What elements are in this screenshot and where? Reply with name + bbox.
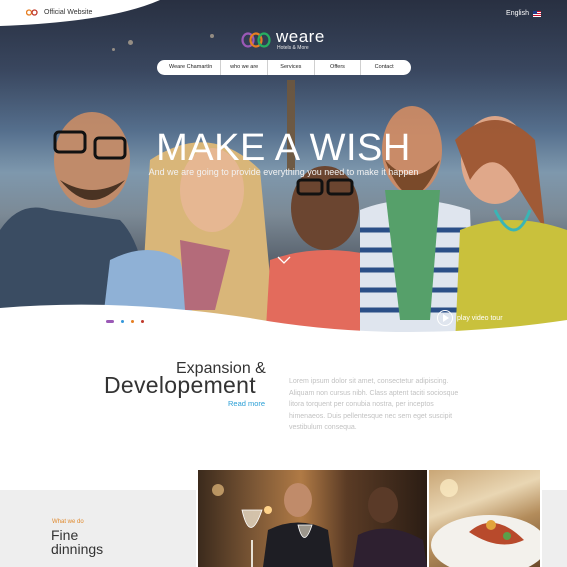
logo-tagline: Hotels & More — [277, 45, 309, 51]
weare-logo-icon — [241, 31, 271, 48]
logo-wordmark: weare Hotels & More — [276, 28, 325, 51]
food-plate-image — [431, 479, 540, 567]
main-nav: Weare Chamartín who we are Services Offe… — [157, 60, 411, 75]
read-more-link[interactable]: Read more — [228, 399, 265, 408]
play-icon — [437, 310, 453, 326]
official-website-link[interactable]: Official Website — [26, 9, 92, 16]
fine-dinnings-title-line2: dinnings — [51, 541, 104, 557]
official-website-label: Official Website — [44, 9, 93, 16]
logo-name: weare — [276, 27, 325, 46]
weare-logo[interactable]: weare Hotels & More — [241, 28, 325, 51]
what-we-do-label: What we do — [52, 519, 84, 525]
nav-item-services[interactable]: Services — [267, 60, 314, 75]
nav-item-offers[interactable]: Offers — [313, 60, 361, 75]
expansion-title-line2: Developement — [104, 372, 256, 398]
language-label: English — [506, 10, 529, 17]
slider-dot[interactable] — [106, 320, 114, 323]
hero-headline: MAKE A WISH — [156, 127, 411, 169]
page: Official Website English weare Hotels & … — [0, 0, 567, 567]
food-plate-photo[interactable] — [429, 470, 540, 567]
play-video-label: play video tour — [457, 314, 503, 322]
nav-item-weare-chamartin[interactable]: Weare Chamartín — [161, 60, 220, 75]
slider-dot[interactable] — [121, 320, 124, 323]
next-panel-edge — [542, 490, 567, 567]
scroll-down-chevron-icon[interactable] — [277, 256, 291, 265]
play-video-tour-button[interactable]: play video tour — [437, 310, 503, 326]
weare-mini-logo-icon — [26, 9, 38, 16]
dining-scene-image — [212, 483, 427, 567]
uk-flag-icon — [533, 10, 541, 17]
language-selector[interactable]: English — [506, 10, 541, 17]
nav-item-who-we-are[interactable]: who we are — [220, 60, 267, 75]
slider-dot[interactable] — [141, 320, 144, 323]
slider-dots — [106, 320, 144, 323]
hero-subline: And we are going to provide everything y… — [148, 167, 419, 177]
dining-people-photo[interactable] — [198, 470, 427, 567]
expansion-body-text: Lorem ipsum dolor sit amet, consectetur … — [289, 378, 459, 431]
nav-item-contact[interactable]: Contact — [360, 60, 407, 75]
slider-dot[interactable] — [131, 320, 134, 323]
